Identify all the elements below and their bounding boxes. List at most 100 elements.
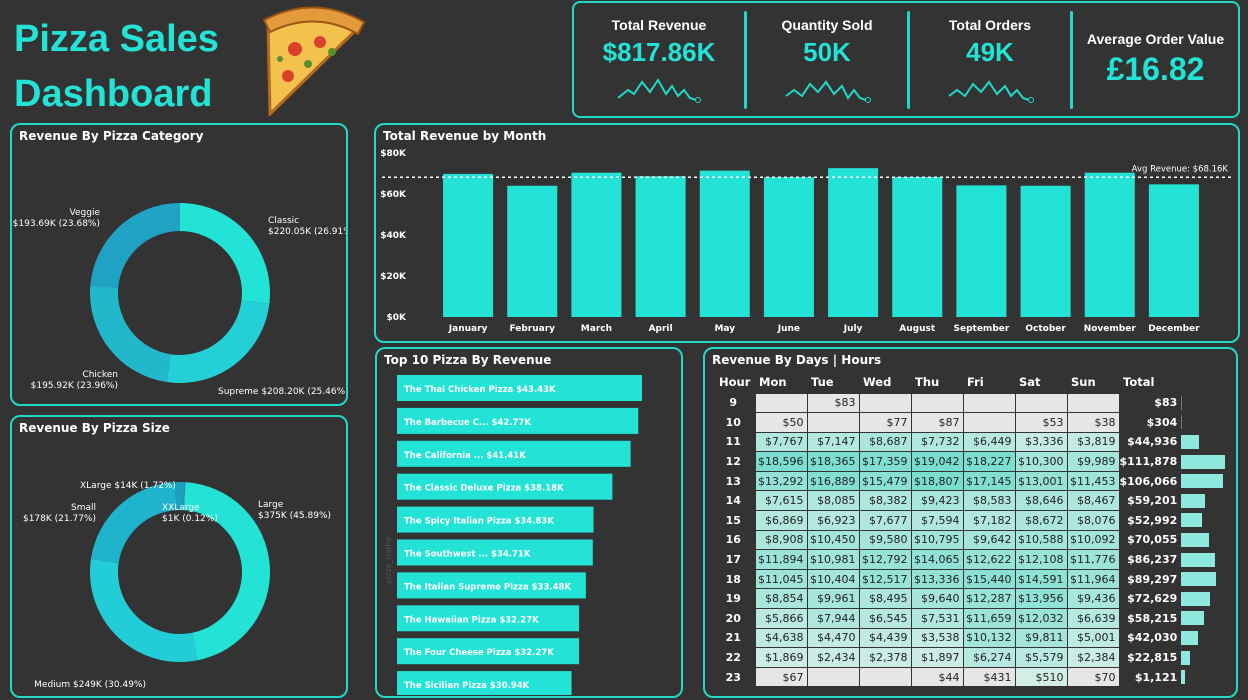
month-bar-april[interactable] [635, 176, 686, 317]
month-bar-october[interactable] [1020, 185, 1071, 317]
total-cell: $83 [1154, 396, 1178, 410]
heat-cell: $6,923 [806, 510, 860, 531]
total-bar-cell [1181, 432, 1231, 452]
heat-cell: $2,384 [1066, 647, 1120, 668]
heat-cell: $4,439 [858, 627, 912, 649]
top10-bar-chart: The Thai Chicken Pizza $43.43K The Barbec… [384, 375, 642, 695]
heat-cell: $9,811 [1014, 627, 1068, 649]
table-row: 13 $13,292 $16,889 $15,479 $18,807 $17,145 $13… [715, 470, 1231, 492]
heat-cell: $4,470 [806, 627, 860, 649]
month-bar-july[interactable] [828, 168, 879, 317]
heat-cell: $3,336 [1014, 431, 1068, 453]
heat-cell: $8,908 [754, 529, 808, 551]
total-bar-cell [1181, 667, 1231, 687]
month-bar-may[interactable] [699, 170, 750, 317]
column-header[interactable]: Fri [963, 371, 1015, 393]
hour-cell: 23 [725, 670, 741, 684]
hour-cell: 10 [725, 415, 741, 429]
column-header[interactable]: Sun [1067, 371, 1119, 393]
donut-slice-medium[interactable] [90, 558, 198, 662]
total-cell: $22,815 [1127, 651, 1178, 665]
sparkline [948, 80, 1034, 103]
donut-label-veggie: Veggie $193.69K (23.68%) [13, 208, 101, 229]
panel-title: Top 10 Pizza By Revenue [384, 353, 552, 367]
size-donut-chart: Large $375K (45.89%) Medium $249K (30.49%)… [23, 481, 331, 690]
donut-slice-supreme[interactable] [166, 300, 270, 383]
column-header[interactable]: Thu [911, 371, 963, 393]
y-tick-label: $80K [380, 149, 407, 159]
top10-panel: Top 10 Pizza By Revenue The Thai Chicken… [375, 347, 683, 698]
kpi-value: 49K [966, 37, 1014, 67]
donut-slice-chicken[interactable] [89, 285, 171, 383]
total-bar-cell [1181, 511, 1231, 531]
kpi-total-revenue: Total Revenue $817.86K [574, 3, 744, 116]
heat-cell: $10,588 [1014, 529, 1068, 551]
month-bar-august[interactable] [892, 176, 943, 317]
heat-cell [858, 666, 912, 688]
hour-cell: 12 [725, 455, 741, 469]
month-bar-june[interactable] [763, 177, 814, 317]
month-bar-march[interactable] [571, 172, 622, 317]
total-bar [1181, 415, 1183, 430]
month-bar-february[interactable] [507, 185, 558, 317]
table-row: 19 $8,854 $9,961 $8,495 $9,640 $12,287 $13,956… [715, 588, 1231, 610]
month-bar-november[interactable] [1084, 172, 1135, 317]
total-bar [1181, 434, 1199, 449]
total-cell: $1,121 [1134, 670, 1178, 684]
heat-cell: $10,132 [962, 627, 1016, 649]
heat-cell: $510 [1014, 666, 1068, 688]
table-row: 17 $11,894 $10,981 $12,792 $14,065 $12,622 $12… [715, 549, 1231, 570]
table-row: 21 $4,638 $4,470 $4,439 $3,538 $10,132 $9,811 $… [715, 627, 1231, 649]
column-header[interactable]: Mon [755, 371, 807, 393]
heat-cell: $2,378 [858, 647, 912, 668]
heat-cell: $18,807 [910, 470, 964, 492]
heat-cell [806, 412, 860, 433]
kpi-label: Total Orders [948, 17, 1032, 33]
kpi-label: Quantity Sold [781, 17, 873, 33]
table-row: 20 $5,866 $7,944 $6,545 $7,531 $11,659 $12,032… [715, 608, 1231, 629]
donut-slice-classic[interactable] [180, 203, 271, 304]
heat-cell: $7,944 [806, 608, 860, 629]
column-header[interactable]: Sat [1015, 371, 1067, 393]
total-cell: $59,201 [1127, 494, 1178, 508]
donut-slice-veggie[interactable] [90, 203, 180, 288]
total-bar-cell [1181, 628, 1231, 648]
donut-label-xlarge: XLarge $14K (1.72%) [80, 481, 176, 491]
month-bar-december[interactable] [1148, 184, 1199, 317]
title-line-1: Pizza Sales [14, 18, 219, 60]
heat-cell [1066, 392, 1120, 414]
heat-cell: $10,300 [1014, 451, 1068, 472]
heat-cell: $12,792 [858, 549, 912, 570]
total-cell: $72,629 [1127, 592, 1178, 606]
column-header[interactable]: Hour [715, 371, 755, 393]
total-cell: $106,066 [1119, 474, 1178, 488]
column-header[interactable]: Wed [859, 371, 911, 393]
column-header[interactable]: Total [1119, 371, 1181, 393]
heat-cell: $7,767 [754, 431, 808, 453]
x-tick-label: April [649, 324, 673, 334]
donut-label-chicken: Chicken $195.92K (23.96%) [31, 370, 118, 391]
kpi-value: $817.86K [602, 37, 716, 67]
heat-cell: $5,001 [1066, 627, 1120, 649]
heat-cell: $9,642 [962, 529, 1016, 551]
table-row: 15 $6,869 $6,923 $7,677 $7,594 $7,182 $8,672 $8… [715, 510, 1231, 531]
total-bar-cell [1181, 550, 1231, 570]
table-row: 22 $1,869 $2,434 $2,378 $1,897 $6,274 $5,579 $2… [715, 647, 1231, 668]
heat-cell: $15,440 [962, 568, 1016, 590]
total-bar [1181, 572, 1217, 587]
hour-cell: 21 [725, 631, 741, 645]
month-bar-january[interactable] [443, 173, 494, 317]
x-tick-label: September [954, 324, 1010, 334]
heat-cell [754, 392, 808, 414]
heat-cell: $87 [910, 412, 964, 433]
y-tick-label: $20K [380, 272, 407, 282]
heat-cell: $11,659 [962, 608, 1016, 629]
table-row: 10 $50 $77 $87 $53 $38 $304 [715, 412, 1231, 433]
month-bar-september[interactable] [956, 185, 1007, 317]
pizza-bar-label: The Italian Supreme Pizza $33.48K [404, 582, 571, 592]
column-header[interactable]: Tue [807, 371, 859, 393]
x-tick-label: October [1025, 324, 1066, 334]
total-bar [1181, 513, 1203, 528]
total-bar-cell [1181, 452, 1231, 472]
y-tick-label: $0K [387, 313, 408, 323]
